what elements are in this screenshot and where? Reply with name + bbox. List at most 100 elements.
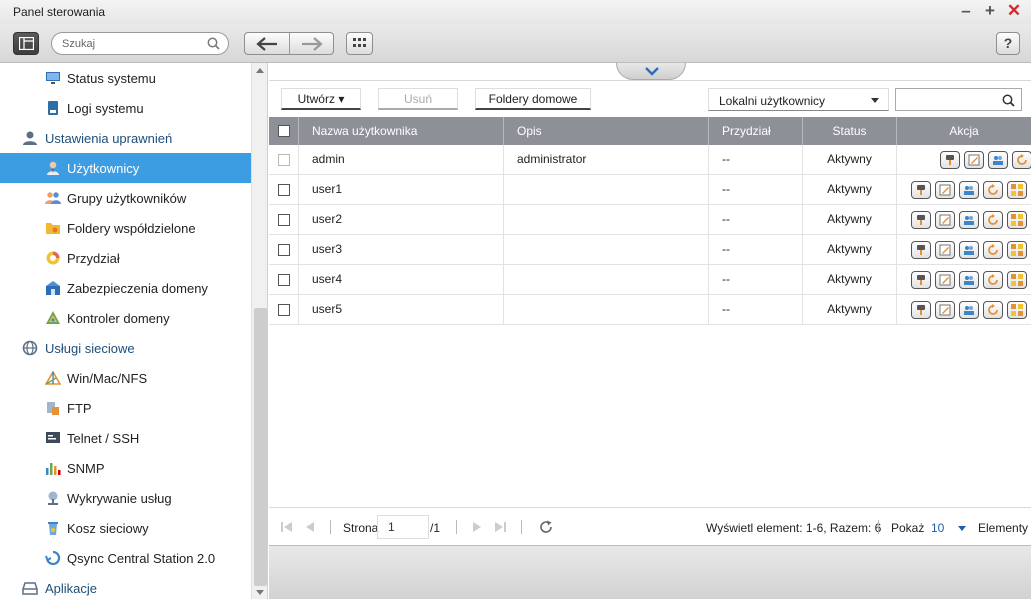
- last-page-icon[interactable]: [494, 522, 506, 532]
- sync-icon[interactable]: [983, 271, 1003, 289]
- edit-icon[interactable]: [964, 151, 984, 169]
- maximize-icon[interactable]: +: [981, 2, 999, 20]
- password-icon[interactable]: [940, 151, 960, 169]
- sidebar-toggle-button[interactable]: [13, 32, 39, 55]
- sync-icon[interactable]: [1012, 151, 1031, 169]
- sync-icon[interactable]: [983, 211, 1003, 229]
- header-quota[interactable]: Przydział: [709, 117, 803, 145]
- sidebar-item-foldery-wspoldzielone[interactable]: Foldery współdzielone: [0, 213, 251, 243]
- sidebar-item-kosz-sieciowy[interactable]: Kosz sieciowy: [0, 513, 251, 543]
- header-username[interactable]: Nazwa użytkownika: [299, 117, 504, 145]
- sidebar-scrollbar[interactable]: [251, 63, 267, 599]
- collapse-panel-button[interactable]: [616, 63, 686, 80]
- table-row[interactable]: user3 -- Aktywny: [269, 235, 1031, 265]
- first-page-icon[interactable]: [281, 522, 293, 532]
- password-icon[interactable]: [911, 271, 931, 289]
- app-privileges-icon[interactable]: [1007, 181, 1027, 199]
- scroll-thumb[interactable]: [254, 308, 267, 586]
- table-row[interactable]: admin administrator -- Aktywny: [269, 145, 1031, 175]
- search-icon[interactable]: [207, 37, 220, 50]
- back-arrow-icon[interactable]: [255, 36, 279, 52]
- next-page-icon[interactable]: [472, 522, 482, 532]
- app-privileges-icon[interactable]: [1007, 271, 1027, 289]
- scroll-up-icon[interactable]: [256, 68, 264, 73]
- cell-quota: --: [709, 205, 803, 234]
- apps-grid-button[interactable]: [346, 32, 373, 55]
- row-checkbox[interactable]: [278, 184, 290, 196]
- sidebar-item-label: Status systemu: [67, 71, 156, 86]
- table-row[interactable]: user2 -- Aktywny: [269, 205, 1031, 235]
- sidebar-item-qsync[interactable]: Qsync Central Station 2.0: [0, 543, 251, 573]
- sync-icon[interactable]: [983, 241, 1003, 259]
- sidebar-category-uslugi-sieciowe[interactable]: Usługi sieciowe: [0, 333, 251, 363]
- app-privileges-icon[interactable]: [1007, 301, 1027, 319]
- group-membership-icon[interactable]: [959, 271, 979, 289]
- app-privileges-icon[interactable]: [1007, 211, 1027, 229]
- sidebar-category-ustawienia-uprawnien[interactable]: Ustawienia uprawnień: [0, 123, 251, 153]
- sidebar-item-telnet-ssh[interactable]: Telnet / SSH: [0, 423, 251, 453]
- header-status[interactable]: Status: [803, 117, 897, 145]
- previous-page-icon[interactable]: [305, 522, 315, 532]
- group-membership-icon[interactable]: [988, 151, 1008, 169]
- group-membership-icon[interactable]: [959, 241, 979, 259]
- group-membership-icon[interactable]: [959, 301, 979, 319]
- table-row[interactable]: user5 -- Aktywny: [269, 295, 1031, 325]
- edit-icon[interactable]: [935, 271, 955, 289]
- password-icon[interactable]: [911, 211, 931, 229]
- row-checkbox[interactable]: [278, 244, 290, 256]
- password-icon[interactable]: [911, 241, 931, 259]
- search-icon[interactable]: [1002, 94, 1015, 107]
- sidebar-item-grupy-uzytkownikow[interactable]: Grupy użytkowników: [0, 183, 251, 213]
- sidebar-item-ftp[interactable]: FTP: [0, 393, 251, 423]
- refresh-icon[interactable]: [539, 520, 553, 534]
- table-search-input[interactable]: [900, 92, 995, 108]
- page-size-select[interactable]: 10: [931, 521, 944, 535]
- sidebar-item-uzytkownicy[interactable]: Użytkownicy: [0, 153, 251, 183]
- close-icon[interactable]: ✕: [1005, 2, 1023, 20]
- delete-button[interactable]: Usuń: [378, 88, 458, 110]
- sidebar-item-przydzial[interactable]: Przydział: [0, 243, 251, 273]
- sync-icon[interactable]: [983, 301, 1003, 319]
- sidebar-layout-icon: [19, 37, 34, 50]
- scroll-down-icon[interactable]: [256, 590, 264, 595]
- home-folders-button[interactable]: Foldery domowe: [475, 88, 591, 110]
- sidebar-item-wykrywanie-uslug[interactable]: Wykrywanie usług: [0, 483, 251, 513]
- edit-icon[interactable]: [935, 211, 955, 229]
- minimize-icon[interactable]: –: [957, 2, 975, 20]
- quota-icon: [46, 251, 60, 265]
- help-button[interactable]: ?: [996, 32, 1020, 55]
- caret-down-icon[interactable]: [958, 526, 966, 531]
- sidebar-item-snmp[interactable]: SNMP: [0, 453, 251, 483]
- group-membership-icon[interactable]: [959, 211, 979, 229]
- sidebar-item-win-mac-nfs[interactable]: Win/Mac/NFS: [0, 363, 251, 393]
- group-icon: [45, 192, 61, 204]
- page-number-input[interactable]: 1: [377, 515, 429, 539]
- sync-icon[interactable]: [983, 181, 1003, 199]
- sidebar-item-status-systemu[interactable]: Status systemu: [0, 63, 251, 93]
- password-icon[interactable]: [911, 301, 931, 319]
- row-checkbox[interactable]: [278, 304, 290, 316]
- sidebar-category-aplikacje[interactable]: Aplikacje: [0, 573, 251, 599]
- applications-category-icon: [22, 582, 38, 595]
- folder-icon: [46, 223, 60, 234]
- sidebar-item-kontroler-domeny[interactable]: Kontroler domeny: [0, 303, 251, 333]
- row-checkbox[interactable]: [278, 274, 290, 286]
- sidebar-item-zabezpieczenia-domeny[interactable]: Zabezpieczenia domeny: [0, 273, 251, 303]
- password-icon[interactable]: [911, 181, 931, 199]
- sidebar-item-logi-systemu[interactable]: Logi systemu: [0, 93, 251, 123]
- edit-icon[interactable]: [935, 241, 955, 259]
- app-privileges-icon[interactable]: [1007, 241, 1027, 259]
- group-membership-icon[interactable]: [959, 181, 979, 199]
- table-row[interactable]: user1 -- Aktywny: [269, 175, 1031, 205]
- row-checkbox-cell: [269, 145, 299, 174]
- row-checkbox[interactable]: [278, 214, 290, 226]
- edit-icon[interactable]: [935, 301, 955, 319]
- select-all-checkbox[interactable]: [278, 125, 290, 137]
- forward-arrow-icon[interactable]: [300, 36, 324, 52]
- search-input[interactable]: [62, 36, 202, 52]
- table-row[interactable]: user4 -- Aktywny: [269, 265, 1031, 295]
- header-description[interactable]: Opis: [504, 117, 709, 145]
- edit-icon[interactable]: [935, 181, 955, 199]
- user-type-select[interactable]: Lokalni użytkownicy: [708, 88, 889, 111]
- create-button[interactable]: Utwórz ▾: [281, 88, 361, 110]
